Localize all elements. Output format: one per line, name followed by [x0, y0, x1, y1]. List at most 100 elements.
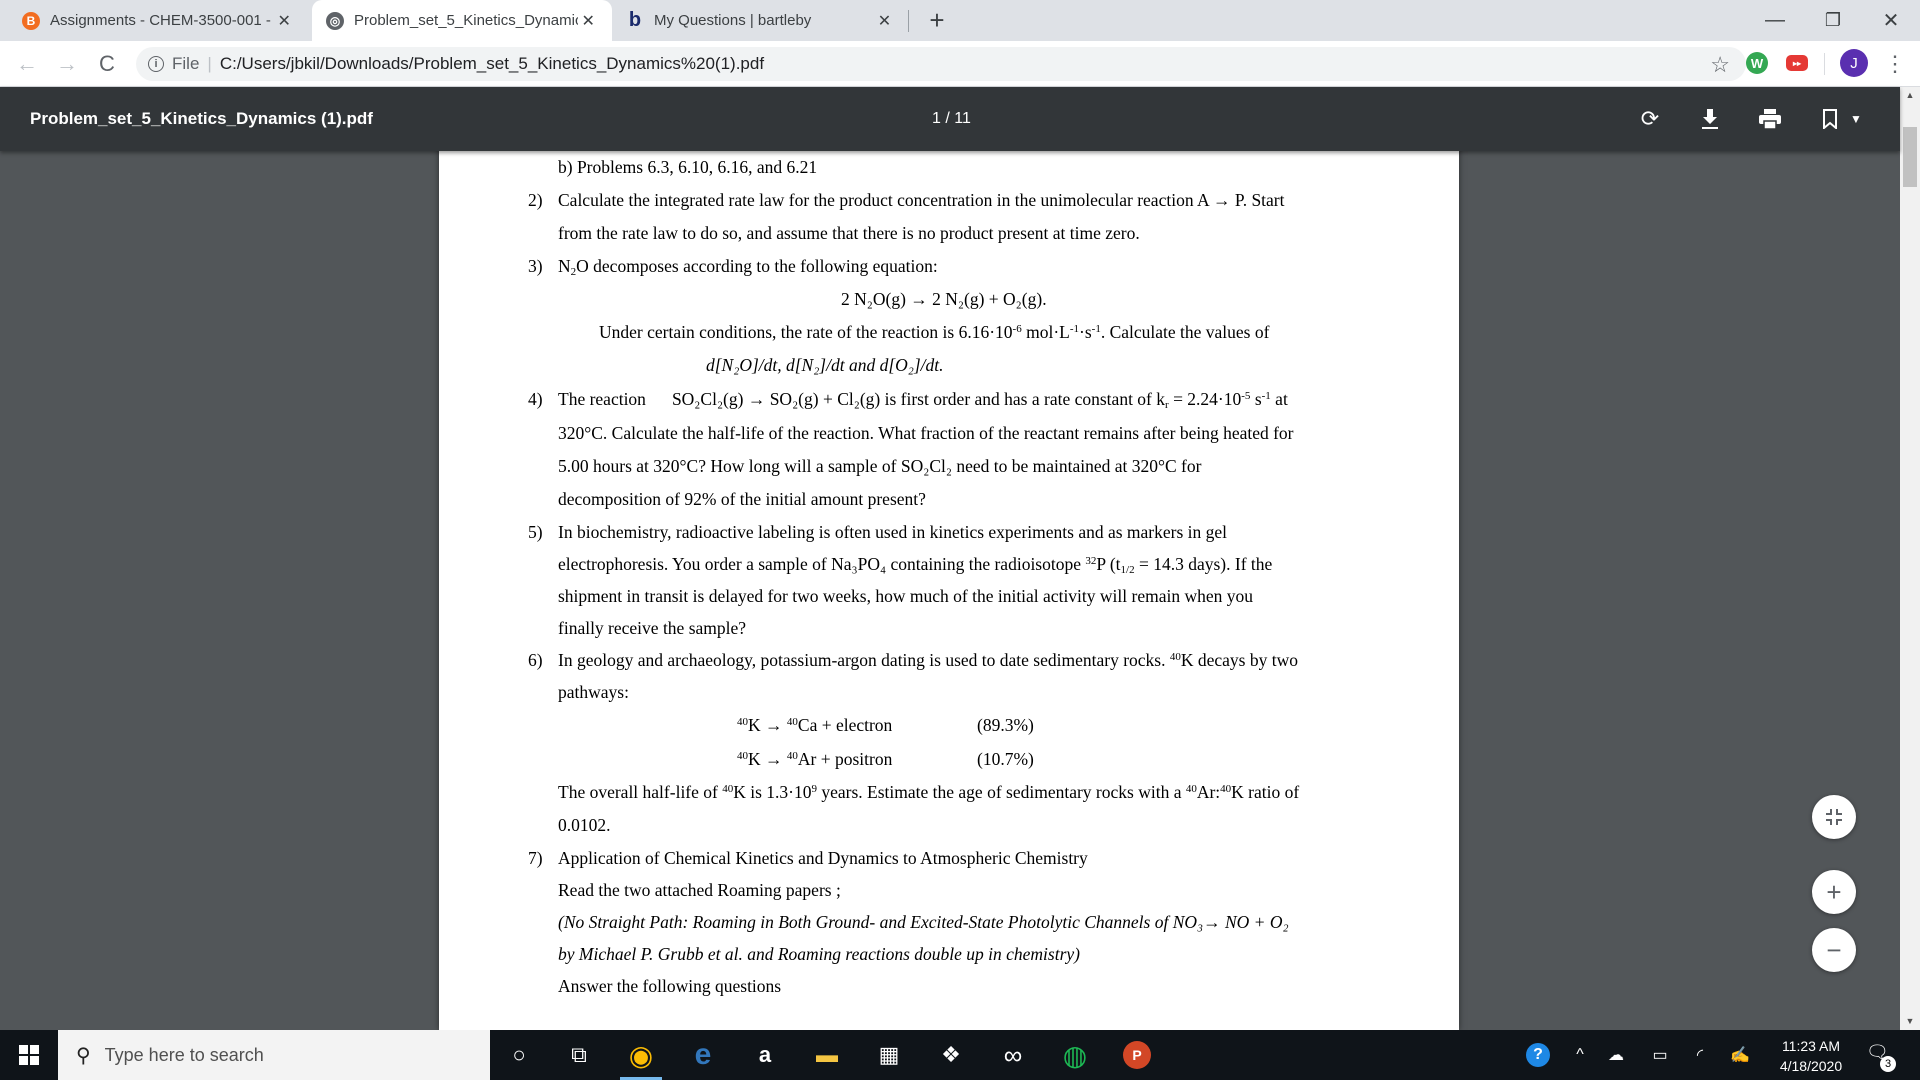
- toolbar-divider: [1824, 53, 1825, 75]
- wifi-icon[interactable]: ◜: [1684, 1030, 1716, 1080]
- pen-icon[interactable]: ✍: [1724, 1030, 1756, 1080]
- profile-avatar[interactable]: J: [1840, 49, 1868, 77]
- page-indicator[interactable]: 1 / 11: [932, 110, 971, 128]
- q7-line-4: by Michael P. Grubb et al. and Roaming r…: [558, 944, 1081, 964]
- amazon-icon[interactable]: a: [736, 1030, 794, 1080]
- print-icon[interactable]: [1756, 105, 1784, 133]
- dropbox-icon[interactable]: ❖: [922, 1030, 980, 1080]
- text: = 14.3 days). If the: [1134, 554, 1273, 574]
- bookmark-icon[interactable]: [1816, 105, 1844, 133]
- q6-line-2: pathways:: [558, 682, 629, 702]
- clock-time: 11:23 AM: [1781, 1038, 1841, 1054]
- chrome-icon[interactable]: ◉: [612, 1030, 670, 1080]
- q5-line-4: finally receive the sample?: [558, 618, 747, 638]
- scroll-down-icon[interactable]: ▼: [1900, 1013, 1920, 1030]
- rotate-icon[interactable]: ⟳: [1636, 105, 1664, 133]
- tab-title: Problem_set_5_Kinetics_Dynamics: [354, 12, 579, 29]
- question-number: 7): [528, 848, 543, 868]
- text: P (t: [1096, 554, 1121, 574]
- question-number: 4): [528, 389, 543, 409]
- edge-icon[interactable]: e: [674, 1030, 732, 1080]
- superscript: 40: [1185, 783, 1197, 795]
- chevron-down-icon[interactable]: ▼: [1842, 105, 1870, 133]
- browser-menu-icon[interactable]: ⋮: [1884, 47, 1906, 81]
- tab-separator: [908, 10, 909, 32]
- q5-line-3: shipment in transit is delayed for two w…: [558, 586, 1253, 606]
- tab-strip: B Assignments - CHEM-3500-001 - ✕ ◎ Prob…: [0, 0, 1920, 41]
- tab-bartleby[interactable]: b My Questions | bartleby ✕: [612, 0, 908, 41]
- superscript: 40: [1220, 783, 1232, 795]
- fit-page-icon: [1826, 809, 1842, 825]
- taskbar-search-input[interactable]: ⚲ Type here to search: [58, 1030, 490, 1080]
- superscript: -6: [1012, 323, 1022, 335]
- store-icon[interactable]: ▦: [860, 1030, 918, 1080]
- help-icon[interactable]: ?: [1520, 1030, 1556, 1080]
- zoom-out-button[interactable]: −: [1812, 928, 1856, 972]
- minimize-button[interactable]: —: [1746, 0, 1804, 41]
- scroll-thumb[interactable]: [1903, 127, 1917, 187]
- task-view-icon[interactable]: ⧉: [550, 1030, 608, 1080]
- superscript: 40: [786, 716, 798, 728]
- close-tab-icon[interactable]: ✕: [578, 11, 598, 31]
- new-tab-button[interactable]: +: [922, 6, 952, 36]
- q2-line-2: from the rate law to do so, and assume t…: [558, 223, 1140, 243]
- battery-icon[interactable]: ▭: [1644, 1030, 1676, 1080]
- back-button[interactable]: ←: [12, 49, 42, 79]
- tab-problem-set[interactable]: ◎ Problem_set_5_Kinetics_Dynamics ✕: [312, 0, 612, 41]
- close-tab-icon[interactable]: ✕: [875, 11, 894, 31]
- forward-button[interactable]: →: [52, 49, 82, 79]
- scroll-up-icon[interactable]: ▲: [1900, 87, 1920, 104]
- video-speed-extension-icon[interactable]: ▸▸: [1786, 55, 1808, 71]
- action-center-button[interactable]: 🗨 3: [1866, 1042, 1896, 1072]
- file-explorer-icon[interactable]: ▬: [798, 1030, 856, 1080]
- text: The reaction: [558, 389, 646, 409]
- globe-icon: ◎: [326, 11, 344, 30]
- info-icon[interactable]: i: [148, 56, 164, 72]
- q4-line-4: decomposition of 92% of the initial amou…: [558, 489, 926, 509]
- text: The overall half-life of: [558, 782, 723, 802]
- decay-pathway-2: 40K → 40Ar + positron: [737, 749, 892, 770]
- pdf-toolbar: Problem_set_5_Kinetics_Dynamics (1).pdf …: [0, 87, 1900, 151]
- close-tab-icon[interactable]: ✕: [274, 11, 294, 31]
- subscript: 1/2: [1120, 564, 1135, 576]
- show-hidden-icons-chevron[interactable]: ^: [1566, 1030, 1594, 1080]
- q4-line-1: The reaction SO₂Cl₂(g) → SO₂(g) + Cl₂(g) …: [558, 389, 1288, 411]
- cortana-icon[interactable]: ○: [490, 1030, 548, 1080]
- text: K is 1.3·10: [733, 782, 812, 802]
- reload-button[interactable]: C: [92, 49, 122, 79]
- powerpoint-glyph: P: [1123, 1041, 1151, 1069]
- powerpoint-icon[interactable]: P: [1108, 1030, 1166, 1080]
- zoom-in-button[interactable]: +: [1812, 870, 1856, 914]
- address-bar[interactable]: i File | C:/Users/jbkil/Downloads/Proble…: [136, 47, 1746, 81]
- text: electrophoresis. You order a sample of N…: [558, 554, 1086, 574]
- q3-line-4: d[N₂O]/dt, d[N₂]/dt and d[O₂]/dt.: [706, 355, 944, 375]
- text: Ca + electron: [797, 715, 893, 735]
- system-clock[interactable]: 11:23 AM 4/18/2020: [1766, 1036, 1856, 1076]
- download-icon[interactable]: [1696, 105, 1724, 133]
- link-app-icon[interactable]: ∞: [984, 1030, 1042, 1080]
- address-divider: |: [207, 54, 212, 73]
- tab-assignments[interactable]: B Assignments - CHEM-3500-001 - ✕: [8, 0, 308, 41]
- text: In geology and archaeology, potassium-ar…: [558, 650, 1170, 670]
- tab-title: My Questions | bartleby: [654, 12, 812, 29]
- problems-line: b) Problems 6.3, 6.10, 6.16, and 6.21: [558, 157, 818, 177]
- text: s: [1250, 389, 1262, 409]
- q3-equation: 2 N₂O(g) → 2 N₂(g) + O₂(g).: [841, 289, 1047, 309]
- spotify-icon[interactable]: ◍: [1046, 1030, 1104, 1080]
- bookmark-star-icon[interactable]: ☆: [1710, 52, 1730, 78]
- restore-button[interactable]: ❐: [1804, 0, 1862, 41]
- w-extension-icon[interactable]: W: [1746, 52, 1768, 74]
- clock-date: 4/18/2020: [1779, 1058, 1843, 1074]
- q4-line-3: 5.00 hours at 320°C? How long will a sam…: [558, 456, 1202, 476]
- address-url[interactable]: C:/Users/jbkil/Downloads/Problem_set_5_K…: [220, 54, 764, 74]
- start-button[interactable]: [0, 1030, 58, 1080]
- question-number: 2): [528, 190, 543, 210]
- text: K →: [748, 749, 787, 769]
- text: Ar:: [1196, 782, 1221, 802]
- tab-title: Assignments - CHEM-3500-001 -: [50, 12, 271, 29]
- vertical-scrollbar[interactable]: ▲ ▼: [1900, 87, 1920, 1030]
- fit-to-page-button[interactable]: [1812, 795, 1856, 839]
- q3-line-3: Under certain conditions, the rate of th…: [599, 322, 1269, 343]
- onedrive-icon[interactable]: ☁: [1600, 1030, 1632, 1080]
- close-window-button[interactable]: ✕: [1862, 0, 1920, 41]
